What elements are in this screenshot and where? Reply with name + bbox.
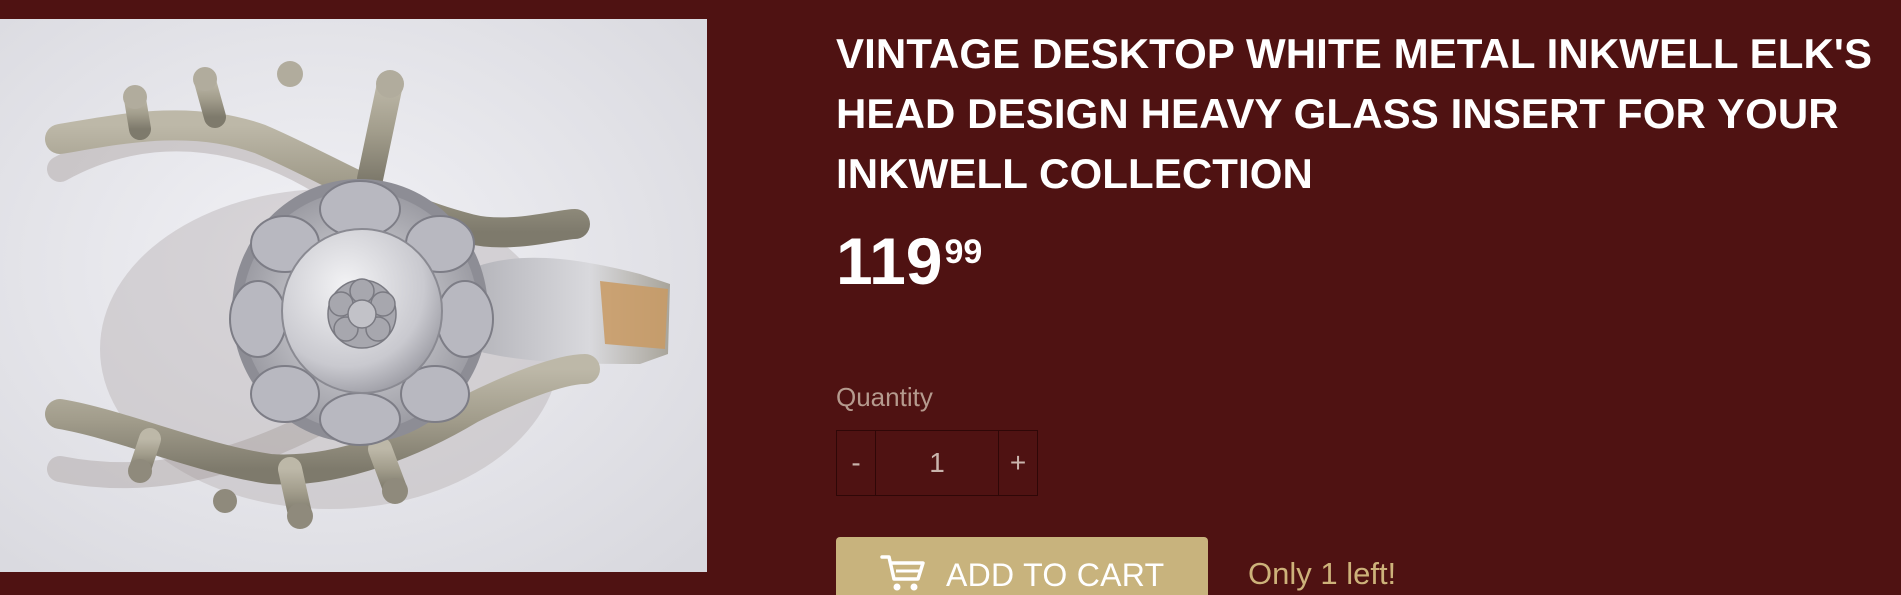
product-photo[interactable] [0,19,707,572]
product-title: VINTAGE DESKTOP WHITE METAL INKWELL ELK'… [836,30,1873,197]
quantity-stepper: - + [836,430,1038,496]
quantity-label: Quantity [836,382,933,412]
quantity-increment-button[interactable]: + [999,431,1037,495]
product-info: VINTAGE DESKTOP WHITE METAL INKWELL ELK'… [836,0,1901,595]
product-price: 11999 [836,228,982,294]
stock-note: Only 1 left! [1248,556,1397,591]
product-page: VINTAGE DESKTOP WHITE METAL INKWELL ELK'… [0,0,1901,595]
inkwell-image [0,19,707,572]
price-dollars: 119 [836,224,943,298]
add-to-cart-label: ADD TO CART [946,557,1165,593]
quantity-decrement-button[interactable]: - [837,431,875,495]
cart-icon [880,555,925,591]
price-cents: 99 [944,233,983,271]
add-to-cart-button[interactable]: ADD TO CART [836,537,1208,595]
quantity-input[interactable] [875,431,999,495]
